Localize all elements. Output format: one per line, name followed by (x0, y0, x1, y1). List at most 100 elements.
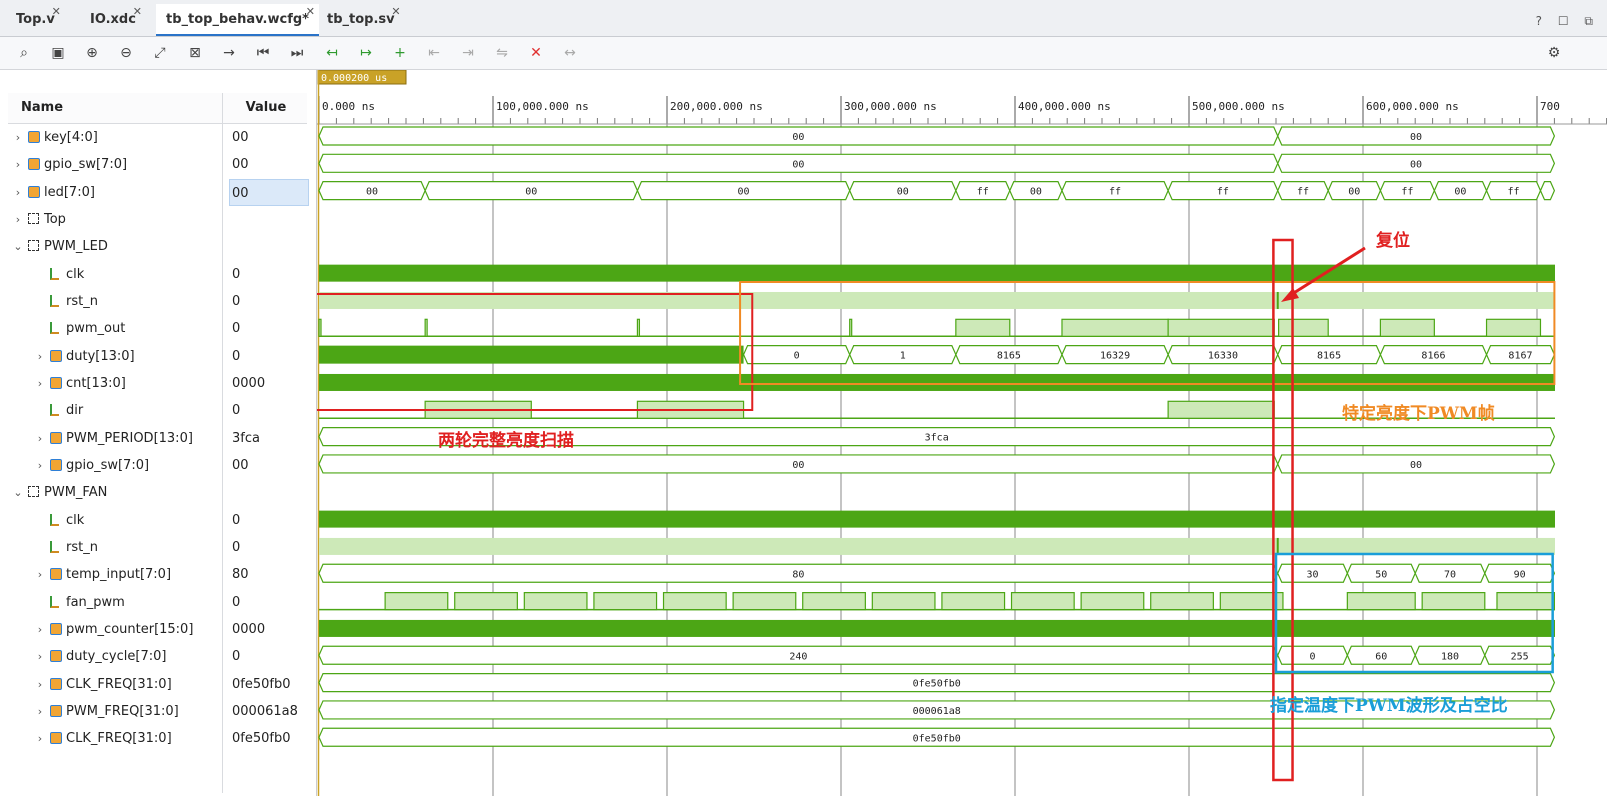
go-to-start-icon[interactable]: ⏮ (253, 43, 273, 63)
signal-row-name[interactable]: rst_n (0, 534, 222, 561)
bit-high-pulse (1379, 318, 1435, 337)
signal-row-name[interactable]: › duty_cycle[7:0] (0, 643, 222, 670)
chevron-right-icon[interactable]: › (34, 343, 46, 370)
gear-icon[interactable]: ⚙ (1544, 43, 1564, 63)
next-transition-icon[interactable]: ↦ (356, 43, 376, 63)
bit-high-pulse (1167, 318, 1275, 337)
chevron-right-icon[interactable]: › (12, 179, 24, 206)
chevron-right-icon[interactable]: › (34, 616, 46, 643)
zoom-full-icon[interactable]: ⊠ (185, 43, 205, 63)
tab-io-xdc[interactable]: IO.xdc ✕ (80, 4, 146, 36)
close-icon[interactable]: ✕ (133, 0, 142, 28)
signal-row-name[interactable]: › PWM_PERIOD[13:0] (0, 425, 222, 452)
chevron-down-icon[interactable]: ⌄ (12, 233, 24, 260)
bit-high-pulse (1485, 318, 1542, 337)
signal-row-name[interactable]: ⌄ PWM_FAN (0, 479, 222, 506)
name-column-header[interactable]: Name (8, 93, 233, 124)
signal-name: PWM_PERIOD[13:0] (66, 431, 193, 446)
bus-value-label: ff (1507, 187, 1519, 198)
prev-marker-icon[interactable]: ⇤ (424, 43, 444, 63)
bus-value-label: 1 (900, 351, 906, 362)
signal-row-name[interactable]: › key[4:0] (0, 124, 222, 151)
bus-signal-icon (50, 678, 62, 690)
signal-row-name[interactable]: › CLK_FREQ[31:0] (0, 671, 222, 698)
chevron-right-icon[interactable]: › (34, 370, 46, 397)
signal-name: duty[13:0] (66, 349, 135, 364)
chevron-right-icon[interactable]: › (34, 425, 46, 452)
next-marker-icon[interactable]: ⇥ (458, 43, 478, 63)
chevron-down-icon[interactable]: ⌄ (12, 479, 24, 506)
signal-row-name[interactable]: › temp_input[7:0] (0, 561, 222, 588)
chevron-right-icon[interactable]: › (34, 643, 46, 670)
bit-high-pulse (1061, 318, 1169, 337)
signal-name: led[7:0] (44, 185, 95, 200)
bit-high-pulse (871, 592, 936, 611)
signal-name: rst_n (66, 294, 98, 309)
signal-value: 0 (232, 349, 241, 364)
prev-transition-icon[interactable]: ↤ (322, 43, 342, 63)
close-icon[interactable]: ✕ (52, 0, 61, 28)
axis-tick-label: 500,000.000 ns (1192, 100, 1285, 113)
chevron-right-icon[interactable]: › (12, 151, 24, 178)
bus-value-label: 16329 (1100, 351, 1130, 362)
bus-value-label: 0 (794, 351, 800, 362)
close-icon[interactable]: ✕ (306, 0, 315, 28)
tab-label: Top.v (16, 12, 55, 27)
signal-row-name[interactable]: › gpio_sw[7:0] (0, 452, 222, 479)
zoom-in-icon[interactable]: ⊕ (82, 43, 102, 63)
signal-row-name[interactable]: › led[7:0] (0, 179, 222, 206)
signal-row-name[interactable]: dir (0, 397, 222, 424)
value-column-header[interactable]: Value (225, 93, 307, 124)
signal-row-name[interactable]: › Top (0, 206, 222, 233)
chevron-right-icon[interactable]: › (34, 698, 46, 725)
bus-value-label: 00 (1410, 460, 1422, 471)
search-icon[interactable]: ⌕ (14, 43, 34, 63)
bus-value-label: ff (1297, 187, 1309, 198)
bus-value-label: 00 (1454, 187, 1466, 198)
signal-row-name[interactable]: › CLK_FREQ[31:0] (0, 725, 222, 752)
column-divider[interactable] (222, 93, 223, 793)
window-controls[interactable]: ? ☐ ⧉ (1536, 14, 1599, 29)
tab-top-v[interactable]: Top.v ✕ (6, 4, 65, 36)
zoom-out-icon[interactable]: ⊖ (116, 43, 136, 63)
go-to-cursor-icon[interactable]: → (219, 43, 239, 63)
swap-cursors-icon[interactable]: ⇋ (492, 43, 512, 63)
signal-row-name[interactable]: › cnt[13:0] (0, 370, 222, 397)
close-icon[interactable]: ✕ (391, 0, 400, 28)
tab-tb-top-behav-wcfg[interactable]: tb_top_behav.wcfg* ✕ (156, 4, 319, 36)
chevron-right-icon[interactable]: › (34, 561, 46, 588)
chevron-right-icon[interactable]: › (34, 452, 46, 479)
signal-row-name[interactable]: › gpio_sw[7:0] (0, 151, 222, 178)
bus-signal-icon (50, 432, 62, 444)
save-icon[interactable]: ▣ (48, 43, 68, 63)
tab-tb-top-sv[interactable]: tb_top.sv ✕ (317, 4, 405, 36)
scan-annotation: 两轮完整亮度扫描 (438, 431, 574, 451)
signal-row-name[interactable]: ⌄ PWM_LED (0, 233, 222, 260)
chevron-right-icon[interactable]: › (12, 124, 24, 151)
bus-value-label: 00 (1030, 187, 1042, 198)
axis-tick-label: 200,000.000 ns (670, 100, 763, 113)
bus-value-label: 00 (1348, 187, 1360, 198)
bus-signal-icon (50, 568, 62, 580)
signal-name: PWM_FREQ[31:0] (66, 704, 179, 719)
go-to-end-icon[interactable]: ⏭ (287, 43, 307, 63)
signal-row-name[interactable]: › pwm_counter[15:0] (0, 616, 222, 643)
snap-icon[interactable]: ↔ (560, 43, 580, 63)
axis-tick-label: 600,000.000 ns (1366, 100, 1459, 113)
bit-high-pulse (454, 592, 518, 611)
chevron-right-icon[interactable]: › (12, 206, 24, 233)
chevron-right-icon[interactable]: › (34, 725, 46, 752)
signal-row-name[interactable]: rst_n (0, 288, 222, 315)
signal-row-name[interactable]: clk (0, 261, 222, 288)
zoom-fit-icon[interactable]: ⤢ (150, 43, 170, 63)
signal-row-name[interactable]: › duty[13:0] (0, 343, 222, 370)
bit-high-pulse (1167, 400, 1275, 419)
chevron-right-icon[interactable]: › (34, 671, 46, 698)
signal-name: CLK_FREQ[31:0] (66, 677, 172, 692)
signal-row-name[interactable]: clk (0, 507, 222, 534)
signal-row-name[interactable]: fan_pwm (0, 589, 222, 616)
signal-row-name[interactable]: › PWM_FREQ[31:0] (0, 698, 222, 725)
signal-row-name[interactable]: pwm_out (0, 315, 222, 342)
delete-markers-icon[interactable]: ✕ (526, 43, 546, 63)
add-marker-icon[interactable]: + (390, 43, 410, 63)
